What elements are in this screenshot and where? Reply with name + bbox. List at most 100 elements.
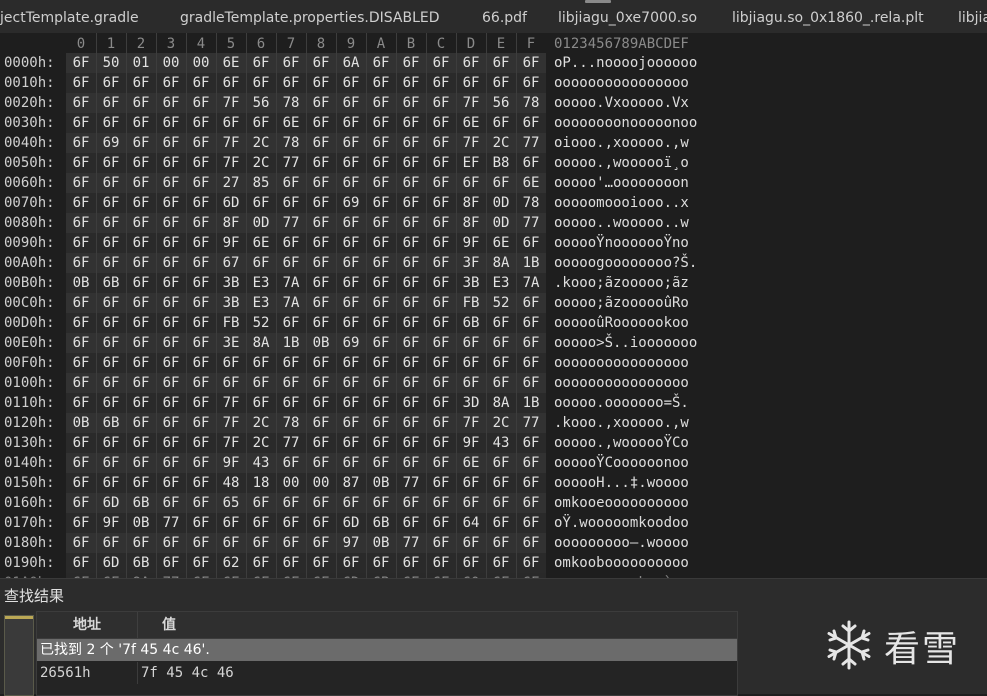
hex-byte[interactable]: 6E <box>276 113 306 133</box>
hex-byte[interactable]: 6F <box>96 373 126 393</box>
hex-byte[interactable]: 6F <box>396 413 426 433</box>
hex-byte[interactable]: 7F <box>216 393 246 413</box>
ascii-text[interactable]: ooooo;ãzoooooûRo <box>554 293 724 313</box>
hex-byte[interactable]: 6F <box>246 193 276 213</box>
hex-byte[interactable]: 6F <box>96 173 126 193</box>
hex-byte[interactable]: 6F <box>156 493 186 513</box>
hex-byte[interactable]: 6F <box>216 73 246 93</box>
hex-byte[interactable]: 0B <box>126 513 156 533</box>
hex-byte[interactable]: 6F <box>186 73 216 93</box>
hex-byte[interactable]: 6F <box>126 413 156 433</box>
hex-byte[interactable]: 6F <box>306 53 336 73</box>
hex-byte[interactable]: 6F <box>306 433 336 453</box>
hex-byte[interactable]: 6F <box>516 473 546 493</box>
hex-byte[interactable]: 6F <box>66 93 96 113</box>
hex-byte[interactable]: 6F <box>456 373 486 393</box>
hex-byte[interactable]: 7F <box>216 413 246 433</box>
hex-byte[interactable]: 6A <box>336 53 366 73</box>
hex-byte[interactable]: 56 <box>246 93 276 113</box>
hex-byte[interactable]: 6F <box>366 173 396 193</box>
hex-byte[interactable]: 6F <box>66 113 96 133</box>
hex-byte[interactable]: 6F <box>486 353 516 373</box>
hex-byte[interactable]: 6F <box>66 393 96 413</box>
hex-byte[interactable]: 6F <box>276 533 306 553</box>
hex-byte[interactable]: 77 <box>396 533 426 553</box>
hex-byte[interactable]: 6F <box>306 213 336 233</box>
hex-byte[interactable]: 6F <box>126 153 156 173</box>
hex-byte[interactable]: 6E <box>216 53 246 73</box>
hex-byte[interactable]: 6F <box>336 233 366 253</box>
hex-byte[interactable]: 6F <box>396 273 426 293</box>
hex-byte[interactable]: 6F <box>186 193 216 213</box>
hex-byte[interactable]: 6F <box>126 73 156 93</box>
hex-byte[interactable]: 6F <box>486 173 516 193</box>
hex-byte[interactable]: 6F <box>186 253 216 273</box>
hex-byte[interactable]: 6F <box>396 113 426 133</box>
hex-byte[interactable]: 6D <box>336 513 366 533</box>
hex-byte[interactable]: 6F <box>96 73 126 93</box>
hex-byte[interactable]: 6F <box>96 533 126 553</box>
hex-byte[interactable]: 0D <box>246 213 276 233</box>
hex-byte[interactable]: 6F <box>246 513 276 533</box>
hex-byte[interactable]: 6F <box>366 193 396 213</box>
hex-byte[interactable]: 6F <box>66 353 96 373</box>
hex-byte[interactable]: 6F <box>156 553 186 573</box>
hex-byte[interactable]: 6F <box>396 393 426 413</box>
hex-byte[interactable]: 6F <box>306 253 336 273</box>
hex-byte[interactable]: 6F <box>126 293 156 313</box>
hex-byte[interactable]: 6F <box>426 73 456 93</box>
hex-byte[interactable]: 6F <box>426 513 456 533</box>
hex-byte[interactable]: 97 <box>336 533 366 553</box>
hex-byte[interactable]: 6F <box>396 233 426 253</box>
hex-byte[interactable]: 6F <box>426 133 456 153</box>
hex-byte[interactable]: 6F <box>516 513 546 533</box>
hex-byte[interactable]: 6F <box>96 93 126 113</box>
hex-byte[interactable]: 6F <box>306 113 336 133</box>
hex-byte[interactable]: 6F <box>336 413 366 433</box>
hex-byte[interactable]: 6F <box>126 273 156 293</box>
hex-byte[interactable]: 43 <box>246 453 276 473</box>
hex-byte[interactable]: 6D <box>96 553 126 573</box>
hex-byte[interactable]: 85 <box>246 173 276 193</box>
hex-byte[interactable]: 6F <box>66 53 96 73</box>
hex-byte[interactable]: 6F <box>246 53 276 73</box>
hex-byte[interactable]: 8F <box>216 213 246 233</box>
hex-byte[interactable]: 6F <box>216 373 246 393</box>
hex-byte[interactable]: 1B <box>276 333 306 353</box>
hex-byte[interactable]: 6F <box>456 533 486 553</box>
hex-byte[interactable]: 6F <box>336 253 366 273</box>
hex-byte[interactable]: FB <box>216 313 246 333</box>
hex-byte[interactable]: 6F <box>66 493 96 513</box>
hex-byte[interactable]: 6F <box>96 433 126 453</box>
hex-byte[interactable]: 6F <box>366 253 396 273</box>
hex-byte[interactable]: 6F <box>186 173 216 193</box>
hex-byte[interactable]: 6F <box>306 413 336 433</box>
hex-byte[interactable]: 62 <box>216 553 246 573</box>
hex-byte[interactable]: 6F <box>426 293 456 313</box>
hex-byte[interactable]: 48 <box>216 473 246 493</box>
hex-byte[interactable]: 3B <box>216 293 246 313</box>
hex-byte[interactable]: 78 <box>276 93 306 113</box>
hex-byte[interactable]: 6F <box>246 373 276 393</box>
hex-byte[interactable]: 6F <box>96 453 126 473</box>
hex-byte[interactable]: 6F <box>306 553 336 573</box>
hex-byte[interactable]: 6F <box>486 453 516 473</box>
hex-byte[interactable]: 6F <box>426 273 456 293</box>
hex-byte[interactable]: 6F <box>276 173 306 193</box>
hex-byte[interactable]: 6F <box>186 93 216 113</box>
hex-byte[interactable]: 6F <box>426 253 456 273</box>
ascii-text[interactable]: oooooŸnooooooŸno <box>554 233 724 253</box>
hex-byte[interactable]: 6F <box>156 533 186 553</box>
hex-byte[interactable]: 6F <box>396 213 426 233</box>
ascii-text[interactable]: ooooo.Vxooooo.Vx <box>554 93 724 113</box>
ascii-text[interactable]: omkooboooooooooo <box>554 553 724 573</box>
hex-byte[interactable]: 27 <box>216 173 246 193</box>
hex-byte[interactable]: 3B <box>216 273 246 293</box>
hex-byte[interactable]: 6F <box>516 373 546 393</box>
hex-byte[interactable]: 6E <box>516 173 546 193</box>
hex-byte[interactable]: 6F <box>426 173 456 193</box>
hex-byte[interactable]: 6F <box>336 93 366 113</box>
hex-byte[interactable]: 9F <box>216 233 246 253</box>
hex-byte[interactable]: 6F <box>396 513 426 533</box>
find-summary-row[interactable]: 已找到 2 个 '7f 45 4c 46'. <box>37 639 737 661</box>
